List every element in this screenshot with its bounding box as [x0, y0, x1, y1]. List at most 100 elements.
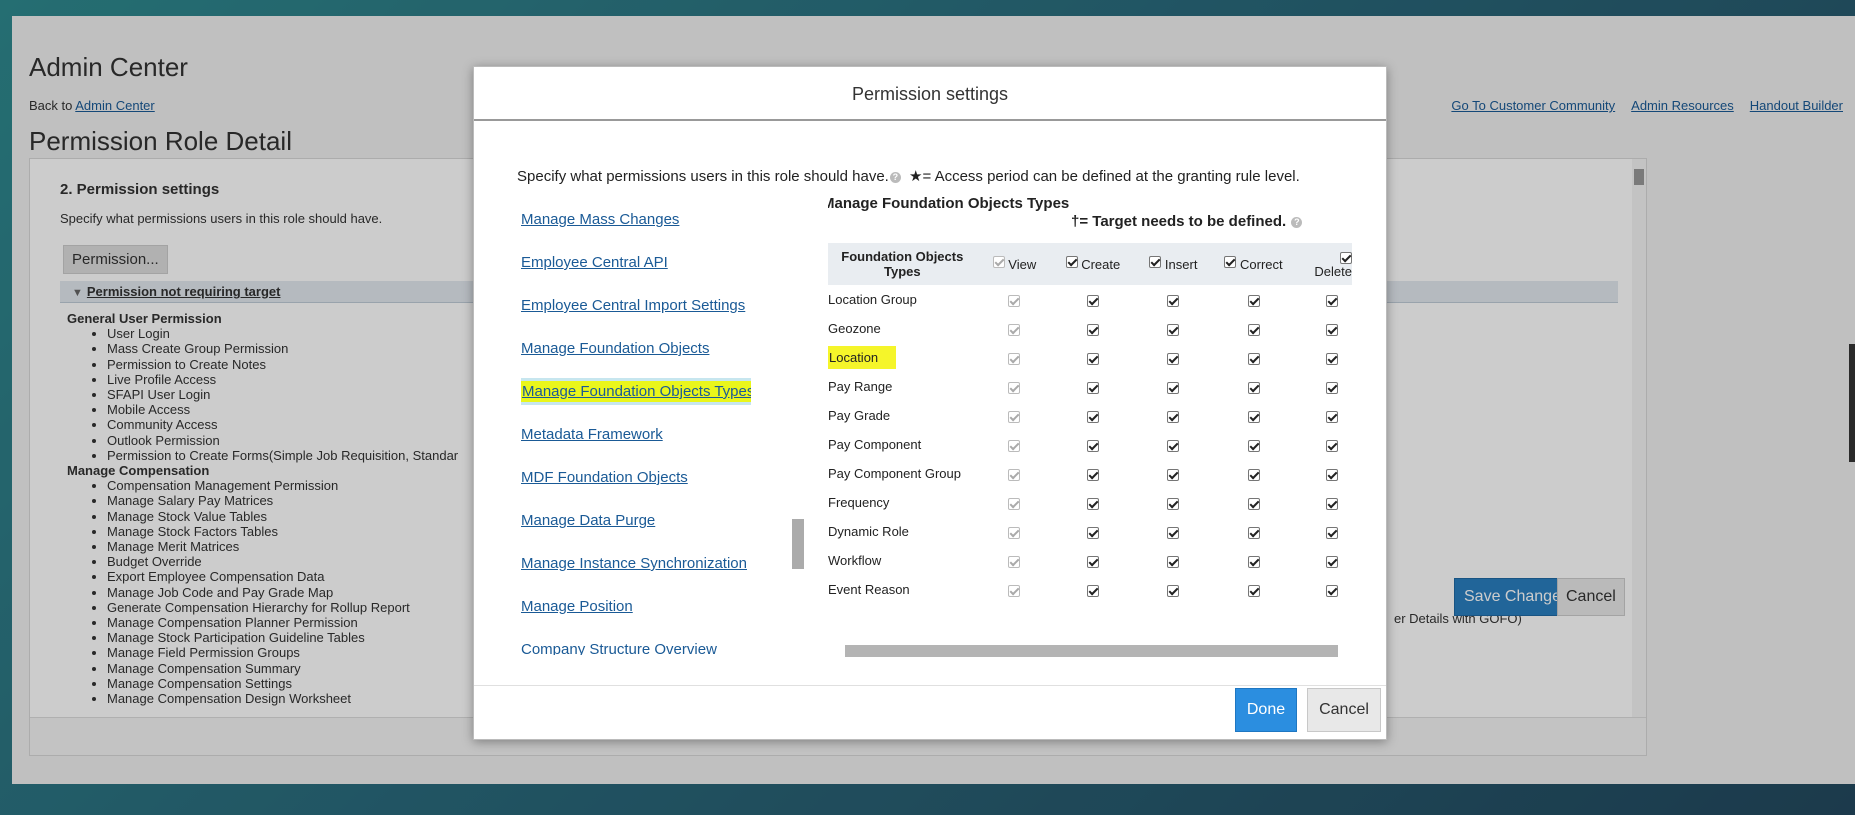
row-label-text: Location	[828, 346, 897, 369]
permission-checkbox[interactable]	[1167, 468, 1180, 481]
permission-checkbox[interactable]	[1086, 584, 1099, 597]
row-label-text: Location Group	[828, 292, 917, 307]
table-header-row: Foundation Objects Types View Create Ins…	[828, 243, 1352, 285]
help-icon[interactable]: ?	[1291, 216, 1303, 228]
permission-checkbox[interactable]	[1008, 497, 1021, 510]
permission-checkbox[interactable]	[1326, 497, 1338, 510]
permission-checkbox[interactable]	[1247, 381, 1260, 394]
permission-checkbox[interactable]	[1326, 555, 1338, 568]
permission-checkbox[interactable]	[1008, 526, 1021, 539]
category-manage-foundation-objects[interactable]: Manage Foundation Objects	[521, 340, 709, 357]
permission-checkbox[interactable]	[1247, 584, 1260, 597]
permission-checkbox[interactable]	[1167, 410, 1180, 423]
category-list: Manage Mass Changes Employee Central API…	[521, 207, 751, 655]
permission-checkbox[interactable]	[1326, 410, 1338, 423]
category-manage-data-purge[interactable]: Manage Data Purge	[521, 512, 655, 529]
category-manage-foundation-objects-types[interactable]: Manage Foundation Objects Types	[521, 381, 751, 402]
dialog-title: Permission settings	[474, 67, 1386, 121]
select-all-checkbox[interactable]	[1340, 251, 1352, 264]
permission-cell	[1052, 546, 1133, 575]
table-row: Pay Range	[828, 372, 1352, 401]
permission-checkbox[interactable]	[1247, 323, 1260, 336]
permission-checkbox[interactable]	[1086, 294, 1099, 307]
permission-cell	[1134, 459, 1214, 488]
permission-checkbox[interactable]	[1326, 526, 1338, 539]
permission-checkbox[interactable]	[1326, 468, 1338, 481]
permission-checkbox[interactable]	[1008, 439, 1021, 452]
permission-checkbox[interactable]	[1167, 526, 1180, 539]
permission-checkbox[interactable]	[1326, 294, 1338, 307]
category-mdf-foundation-objects[interactable]: MDF Foundation Objects	[521, 469, 688, 486]
row-label: Location Group	[828, 285, 977, 314]
category-metadata-framework[interactable]: Metadata Framework	[521, 426, 663, 443]
category-ec-import-settings[interactable]: Employee Central Import Settings	[521, 297, 745, 314]
permission-checkbox[interactable]	[1167, 555, 1180, 568]
permission-checkbox[interactable]	[1086, 410, 1099, 423]
select-all-checkbox[interactable]	[1224, 256, 1237, 269]
permission-checkbox[interactable]	[1247, 439, 1260, 452]
permission-checkbox[interactable]	[1167, 352, 1180, 365]
permission-checkbox[interactable]	[1008, 410, 1021, 423]
permission-checkbox[interactable]	[1167, 497, 1180, 510]
permission-checkbox[interactable]	[1326, 323, 1338, 336]
category-manage-mass-changes[interactable]: Manage Mass Changes	[521, 211, 679, 228]
permission-checkbox[interactable]	[1086, 497, 1099, 510]
select-all-checkbox[interactable]	[992, 256, 1005, 269]
column-header: Insert	[1133, 243, 1214, 285]
permission-checkbox[interactable]	[1167, 584, 1180, 597]
permission-checkbox[interactable]	[1008, 555, 1021, 568]
permission-checkbox[interactable]	[1008, 352, 1021, 365]
table-horizontal-scrollbar[interactable]	[845, 645, 1338, 657]
permission-checkbox[interactable]	[1086, 439, 1099, 452]
permission-checkbox[interactable]	[1247, 526, 1260, 539]
permission-checkbox[interactable]	[1167, 294, 1180, 307]
permission-checkbox[interactable]	[1008, 323, 1021, 336]
permission-checkbox[interactable]	[1247, 555, 1260, 568]
permission-checkbox[interactable]	[1008, 584, 1021, 597]
help-icon[interactable]: ?	[889, 171, 901, 183]
window-edge-grip[interactable]	[1849, 344, 1855, 462]
category-company-structure-overview[interactable]: Company Structure Overview	[521, 641, 717, 655]
category-employee-central-api[interactable]: Employee Central API	[521, 254, 668, 271]
select-all-checkbox[interactable]	[1149, 256, 1162, 269]
row-label-text: Geozone	[828, 321, 881, 336]
permission-cell	[977, 314, 1053, 343]
permission-checkbox[interactable]	[1167, 323, 1180, 336]
permission-cell	[1294, 285, 1352, 314]
permission-checkbox[interactable]	[1086, 323, 1099, 336]
permission-checkbox[interactable]	[1008, 294, 1021, 307]
done-button[interactable]: Done	[1235, 688, 1297, 732]
permission-checkbox[interactable]	[1167, 439, 1180, 452]
permission-checkbox[interactable]	[1086, 468, 1099, 481]
category-manage-instance-sync[interactable]: Manage Instance Synchronization	[521, 555, 747, 572]
permission-checkbox[interactable]	[1008, 381, 1021, 394]
category-list-scrollbar[interactable]	[792, 519, 804, 569]
permission-cell	[977, 488, 1053, 517]
permission-cell	[1213, 285, 1294, 314]
category-manage-position[interactable]: Manage Position	[521, 598, 633, 615]
permission-checkbox[interactable]	[1167, 381, 1180, 394]
dialog-cancel-button[interactable]: Cancel	[1307, 688, 1381, 732]
row-label-text: Pay Grade	[828, 408, 891, 423]
column-header: Delete	[1293, 243, 1352, 285]
permission-checkbox[interactable]	[1086, 381, 1099, 394]
permission-checkbox[interactable]	[1247, 352, 1260, 365]
permission-checkbox[interactable]	[1326, 584, 1338, 597]
permission-checkbox[interactable]	[1247, 410, 1260, 423]
permission-checkbox[interactable]	[1086, 352, 1099, 365]
row-label: Location	[828, 343, 977, 372]
permission-checkbox[interactable]	[1086, 526, 1099, 539]
permission-checkbox[interactable]	[1326, 439, 1338, 452]
permission-checkbox[interactable]	[1326, 381, 1338, 394]
permission-checkbox[interactable]	[1086, 555, 1099, 568]
permission-checkbox[interactable]	[1247, 294, 1260, 307]
permission-checkbox[interactable]	[1008, 468, 1021, 481]
permission-checkbox[interactable]	[1326, 352, 1338, 365]
row-label: Event Reason	[828, 575, 977, 604]
row-label: Pay Grade	[828, 401, 977, 430]
row-label: Geozone	[828, 314, 977, 343]
permission-cell	[977, 401, 1053, 430]
permission-checkbox[interactable]	[1247, 468, 1260, 481]
permission-checkbox[interactable]	[1247, 497, 1260, 510]
select-all-checkbox[interactable]	[1065, 256, 1078, 269]
